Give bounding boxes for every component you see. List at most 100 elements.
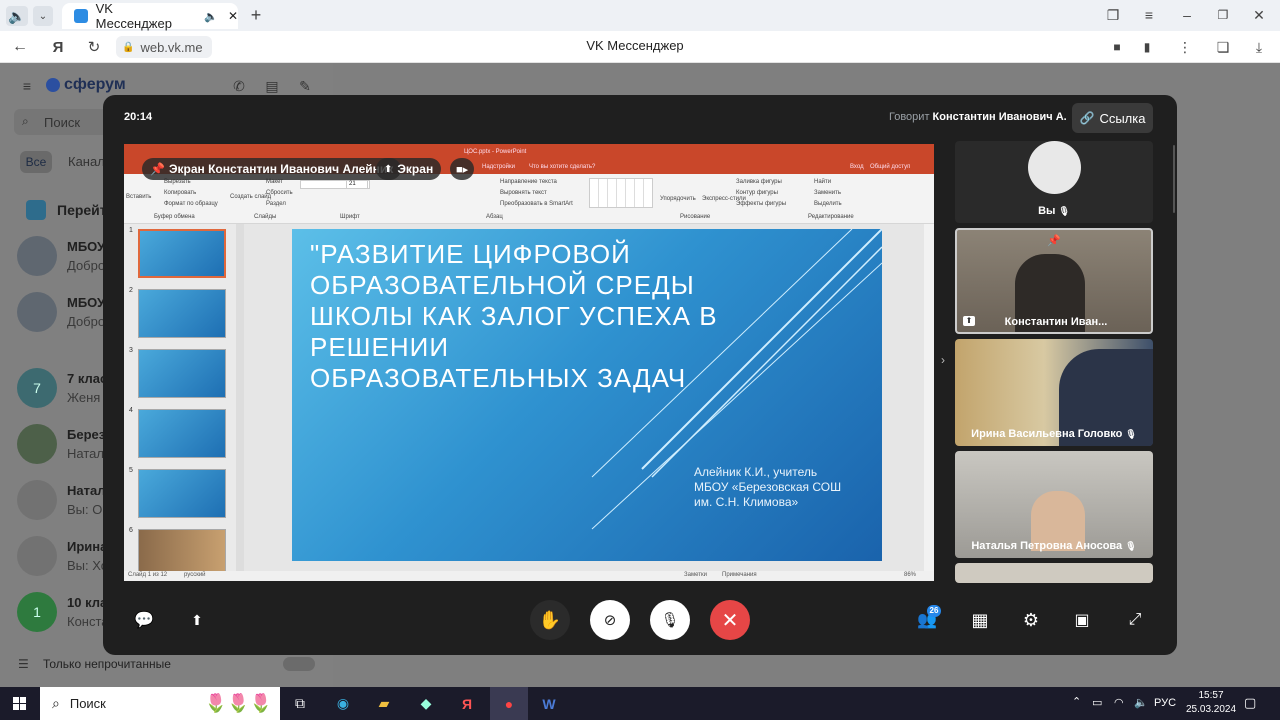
yandex-logo-icon[interactable]: Я bbox=[48, 37, 68, 57]
microphone-toggle-button[interactable]: 🎙 bbox=[650, 600, 690, 640]
more-icon[interactable]: ⋮ bbox=[1176, 38, 1194, 56]
vk-favicon-icon bbox=[74, 9, 88, 23]
taskbar-search-input[interactable]: ⌕ Поиск 🌷🌷🌷 bbox=[40, 687, 280, 720]
yandex-icon[interactable]: Я bbox=[448, 687, 486, 720]
bookmark-icon[interactable]: ▮ bbox=[1138, 38, 1156, 56]
participant-tile[interactable]: Наталья Петровна Аносова 🎙 bbox=[955, 451, 1153, 558]
sferum-logo-icon bbox=[46, 78, 60, 92]
browser-tab-bar: 🔈 ⌄ VK Мессенджер 🔈 ✕ + ❐ ≡ – ❐ ✕ bbox=[0, 0, 1280, 31]
mic-off-icon: 🎙 bbox=[1058, 206, 1070, 216]
mic-off-icon: 🎙 bbox=[1125, 429, 1137, 439]
filter-channels[interactable]: Канал bbox=[68, 154, 105, 169]
screen-chip: ⬆ Экран bbox=[376, 158, 442, 180]
slide-thumbnail[interactable] bbox=[138, 229, 226, 278]
share-screen-icon[interactable]: ⬆ bbox=[186, 609, 208, 631]
menu-icon[interactable]: ≡ bbox=[1140, 6, 1158, 24]
restore-icon[interactable]: ❐ bbox=[1214, 6, 1232, 24]
task-view-icon[interactable]: ⧉ bbox=[281, 687, 319, 720]
tab-mute-icon[interactable]: 🔈 bbox=[204, 10, 218, 23]
camera-toggle-button[interactable]: ⊘ bbox=[590, 600, 630, 640]
filter-all[interactable]: Все bbox=[20, 151, 52, 173]
volume-icon[interactable]: 🔈 bbox=[1134, 696, 1148, 709]
minimize-icon[interactable]: – bbox=[1178, 6, 1196, 24]
link-icon: 🔗 bbox=[1079, 111, 1095, 125]
grid-layout-icon[interactable]: ▦ bbox=[969, 609, 991, 631]
chat-bubble-icon[interactable]: 💬 bbox=[133, 609, 155, 631]
tiles-scrollbar[interactable] bbox=[1173, 145, 1175, 213]
participant-tile[interactable]: Ирина Васильевна Головко 🎙 bbox=[955, 339, 1153, 446]
powerpoint-ribbon: Вставить Вырезать Копировать Формат по о… bbox=[124, 174, 934, 224]
slide-thumbnail[interactable] bbox=[138, 469, 226, 518]
language-indicator[interactable]: РУС bbox=[1154, 697, 1176, 709]
avatar bbox=[17, 480, 57, 520]
call-time: 20:14 bbox=[124, 111, 153, 123]
banner-icon bbox=[26, 200, 46, 220]
hamburger-icon[interactable]: ≡ bbox=[18, 77, 36, 95]
tab-close-icon[interactable]: ✕ bbox=[228, 9, 238, 23]
back-arrow-icon[interactable]: ← bbox=[10, 37, 30, 57]
app-icon[interactable]: ◆ bbox=[407, 687, 445, 720]
settings-gear-icon[interactable]: ⚙ bbox=[1020, 609, 1042, 631]
slide-scrollbar[interactable] bbox=[924, 224, 934, 571]
lock-icon: 🔒 bbox=[122, 41, 135, 53]
tab-title: VK Мессенджер bbox=[95, 1, 172, 31]
mic-off-icon: 🎙 bbox=[1125, 541, 1137, 551]
screen-owner-chip: 📌 Экран Константин Иванович Алейник bbox=[142, 158, 402, 180]
downloads-icon[interactable]: ⤓ bbox=[1250, 38, 1268, 56]
file-explorer-icon[interactable]: ▰ bbox=[365, 687, 403, 720]
call-icon[interactable]: ✆ bbox=[230, 77, 248, 95]
battery-icon[interactable]: ▭ bbox=[1092, 696, 1102, 709]
slide-author: Алейник К.И., учитель МБОУ «Березовская … bbox=[694, 465, 842, 509]
participant-tile[interactable]: 📌 ⬆ Константин Иван... bbox=[955, 228, 1153, 334]
avatar: 1 bbox=[17, 592, 57, 632]
fullscreen-icon[interactable]: ⤢ bbox=[1124, 609, 1146, 631]
raise-hand-button[interactable]: ✋ bbox=[530, 600, 570, 640]
pin-icon: 📌 bbox=[1047, 235, 1061, 247]
reload-icon[interactable]: ↻ bbox=[84, 37, 104, 57]
close-window-icon[interactable]: ✕ bbox=[1250, 6, 1268, 24]
collections-icon[interactable]: ❏ bbox=[1214, 38, 1232, 56]
tab-list-chevron-icon[interactable]: ⌄ bbox=[33, 6, 53, 26]
archive-icon[interactable]: ▤ bbox=[263, 77, 281, 95]
call-window: 20:14 Говорит Константин Иванович А. 🔗 С… bbox=[103, 95, 1177, 655]
yandex-browser-icon[interactable]: ● bbox=[490, 687, 528, 720]
wifi-icon[interactable]: ◠ bbox=[1114, 696, 1124, 709]
banner-text[interactable]: Перейт bbox=[57, 202, 107, 218]
address-bar: ← Я ↻ 🔒 web.vk.me VK Мессенджер ■ ▮ ⋮ ❏ … bbox=[0, 31, 1280, 63]
participant-tile-self[interactable]: Вы 🎙 bbox=[955, 141, 1153, 223]
powerpoint-statusbar: Слайд 1 из 12 русский Заметки Примечания… bbox=[124, 571, 934, 581]
word-icon[interactable]: W bbox=[530, 687, 568, 720]
slide-thumbnail[interactable] bbox=[138, 289, 226, 338]
notifications-icon[interactable]: ▢ bbox=[1244, 695, 1256, 711]
edge-browser-icon[interactable]: ◉ bbox=[324, 687, 362, 720]
compose-icon[interactable]: ✎ bbox=[296, 77, 314, 95]
url-field[interactable]: 🔒 web.vk.me bbox=[116, 36, 212, 58]
tray-chevron-up-icon[interactable]: ⌃ bbox=[1072, 695, 1081, 708]
unread-only-toggle[interactable] bbox=[283, 657, 315, 671]
windows-start-icon[interactable] bbox=[0, 687, 38, 720]
slide-thumbnail[interactable] bbox=[138, 409, 226, 458]
new-tab-icon[interactable]: + bbox=[246, 5, 266, 25]
bookmarks-icon[interactable]: ❐ bbox=[1104, 6, 1122, 24]
slide-thumbnail[interactable] bbox=[138, 349, 226, 398]
picture-in-picture-icon[interactable]: ▣ bbox=[1071, 609, 1093, 631]
speaker-indicator: Говорит Константин Иванович А. bbox=[889, 111, 1067, 123]
chevron-right-icon[interactable]: › bbox=[941, 353, 945, 367]
video-camera-icon: ■▸ bbox=[456, 163, 469, 176]
pin-icon: 📌 bbox=[150, 162, 165, 176]
browser-tab[interactable]: VK Мессенджер 🔈 ✕ bbox=[62, 1, 238, 31]
current-slide[interactable]: "РАЗВИТИЕ ЦИФРОВОЙ ОБРАЗОВАТЕЛЬНОЙ СРЕДЫ… bbox=[292, 229, 882, 561]
tab-audio-icon[interactable]: 🔈 bbox=[6, 6, 28, 26]
search-icon: ⌕ bbox=[22, 114, 29, 128]
copy-link-button[interactable]: 🔗 Ссылка bbox=[1072, 103, 1153, 133]
unread-only-label: Только непрочитанные bbox=[43, 657, 171, 671]
shapes-gallery[interactable] bbox=[589, 178, 653, 208]
end-call-button[interactable]: ✕ bbox=[710, 600, 750, 640]
thumbnail-scrollbar[interactable] bbox=[236, 224, 244, 571]
camera-icon[interactable]: ■ bbox=[1108, 38, 1126, 56]
clock[interactable]: 15:57 25.03.2024 bbox=[1186, 690, 1236, 715]
camera-off-icon: ⊘ bbox=[603, 612, 617, 629]
windows-taskbar: ⌕ Поиск 🌷🌷🌷 ⧉ ◉ ▰ ◆ Я ● W ⌃ ▭ ◠ 🔈 РУС 15… bbox=[0, 687, 1280, 720]
participant-tile[interactable] bbox=[955, 563, 1153, 583]
font-size-box[interactable]: 21 bbox=[346, 180, 368, 189]
